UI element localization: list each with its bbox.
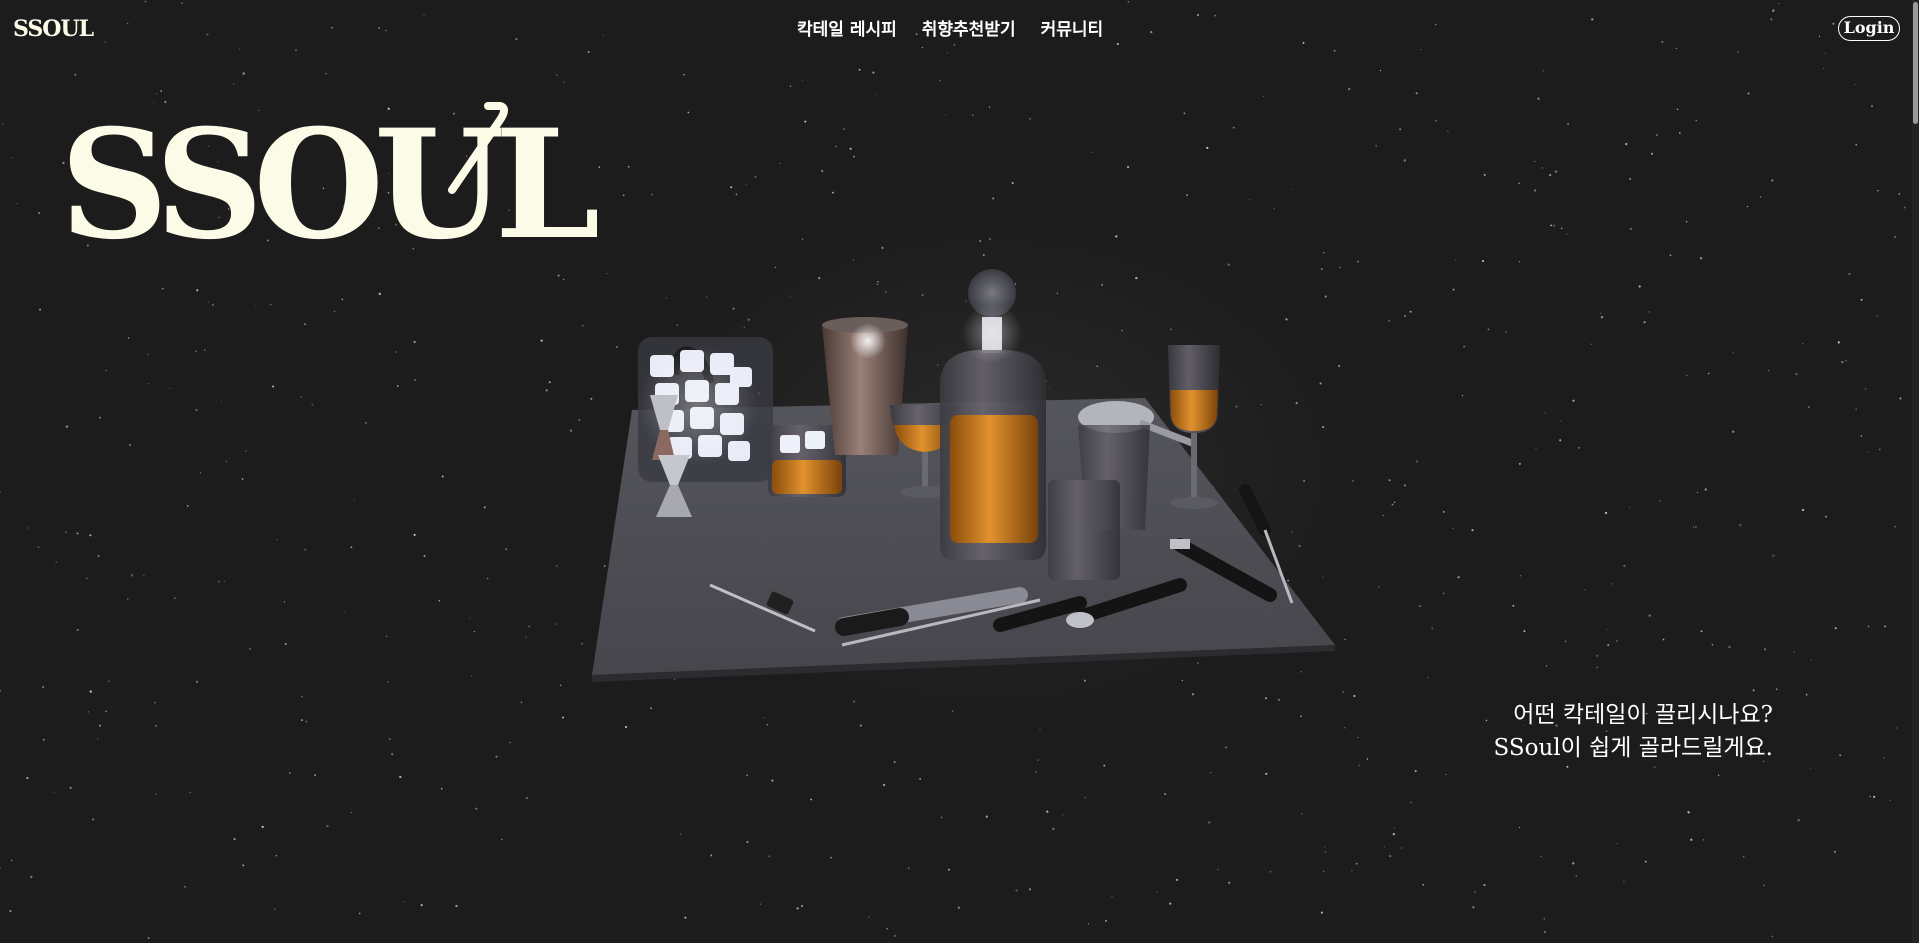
nav-item-taste-recommendation[interactable]: 취향추천받기 (922, 18, 1016, 42)
hero-tagline: 어떤 칵테일이 끌리시나요? SSoul이 쉽게 골라드릴게요. (1420, 699, 1774, 765)
brand-logo-link[interactable]: SSOUL (13, 14, 94, 44)
logo-swash-icon (448, 102, 508, 194)
nav-item-cocktail-recipe[interactable]: 칵테일 레시피 (797, 18, 897, 42)
hero-logo: SSOUL (60, 100, 630, 270)
nav-item-community[interactable]: 커뮤니티 (1041, 18, 1104, 42)
page-scrollbar[interactable] (1912, 0, 1919, 943)
tagline-line-2: SSoul이 쉽게 골라드릴게요. (1493, 735, 1774, 761)
page: SSOUL 칵테일 레시피 취향추천받기 커뮤니티 Login SSOUL 어떤… (0, 0, 1919, 943)
login-button[interactable]: Login (1838, 16, 1900, 41)
header: SSOUL 칵테일 레시피 취향추천받기 커뮤니티 Login (0, 0, 1919, 62)
tagline-line-1: 어떤 칵테일이 끌리시나요? (1513, 702, 1773, 728)
scrollbar-thumb[interactable] (1913, 2, 1918, 124)
main-nav: 칵테일 레시피 취향추천받기 커뮤니티 (797, 18, 1103, 42)
cocktail-tools-illustration (592, 269, 1335, 682)
